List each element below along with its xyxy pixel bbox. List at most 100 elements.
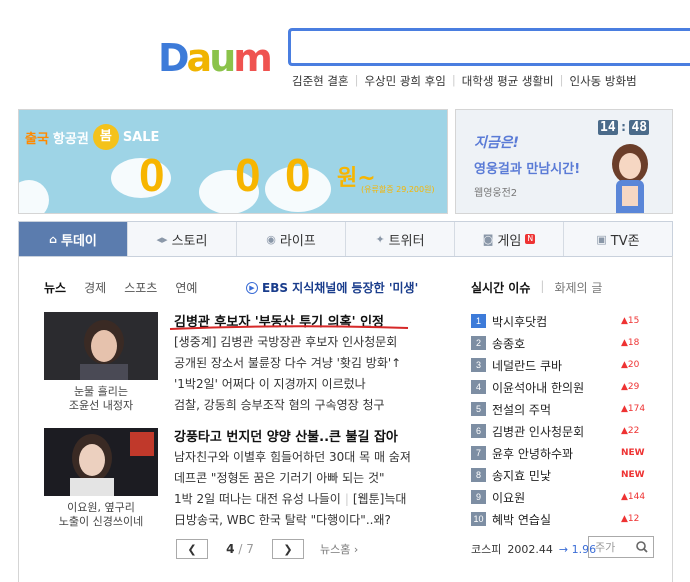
rank-change-value: 12 — [627, 514, 640, 524]
daum-logo[interactable]: D a u m — [158, 27, 273, 77]
sale-label: SALE — [122, 129, 160, 145]
rank-change-value: 20 — [627, 360, 640, 370]
tab-story[interactable]: ◂▸ 스토리 — [128, 222, 237, 256]
subtab-entertainment[interactable]: 연예 — [175, 279, 197, 296]
news-item[interactable]: 1박 2일 떠나는 대전 유성 나들이 — [174, 492, 341, 506]
trend-link[interactable]: 인사동 방화범 — [570, 73, 637, 89]
game-ad-banner[interactable]: 14 : 48 지금은! 영웅걸과 만남시간! 웹영웅전2 — [455, 109, 673, 214]
tab-twitter[interactable]: ✦ 트위터 — [346, 222, 455, 256]
rank-change-value: 18 — [627, 338, 640, 348]
featured-video-link[interactable]: ▶ EBS 지식채널에 등장한 '미생' — [246, 279, 418, 296]
thumbnail-caption[interactable]: 이요원, 옆구리 노출이 신경쓰이네 — [44, 501, 158, 529]
subtab-sports[interactable]: 스포츠 — [124, 279, 157, 296]
rank-number: 5 — [471, 402, 486, 416]
subtab-economy[interactable]: 경제 — [84, 279, 106, 296]
tab-tvzone[interactable]: ▣ TV존 — [564, 222, 672, 256]
list-item[interactable]: 6 김병관 인사청문회 ▲22 — [471, 420, 651, 442]
news-item[interactable]: 공개된 장소서 불륜장 다수 겨냥 '홧김 방화'↑ — [174, 354, 401, 371]
news-item[interactable]: '1박2일' 어쩌다 이 지경까지 이르렀나 — [174, 375, 366, 392]
airline-sale-banner[interactable]: 출국 항공권 봄 SALE 0 0 0 원~ (유류할증 29,200원) — [18, 109, 448, 214]
rank-change-value: 15 — [627, 316, 640, 326]
issue-keyword: 혜박 연습실 — [492, 512, 552, 527]
list-item[interactable]: 3 네덜란드 쿠바 ▲20 — [471, 354, 651, 376]
news-headline[interactable]: 강풍타고 번지던 양양 산불..큰 불길 잡아 — [174, 426, 398, 445]
rank-number: 8 — [471, 468, 486, 482]
news-item[interactable]: 검찰, 강동희 승부조작 혐의 구속영장 청구 — [174, 396, 385, 413]
spring-badge: 봄 — [92, 124, 119, 150]
tab-life[interactable]: ◉ 라이프 — [237, 222, 346, 256]
trend-link[interactable]: 대학생 평균 생활비 — [462, 73, 554, 89]
news-item[interactable]: 데프콘 "정형돈 꿈은 기러기 아빠 되는 것" — [174, 469, 385, 486]
prev-page-button[interactable]: ❮ — [176, 539, 208, 559]
issue-keyword: 이윤석아내 한의원 — [492, 380, 585, 395]
tab-hot-posts[interactable]: 화제의 글 — [554, 279, 602, 296]
realtime-issue-list: 1 박시후닷컴 ▲15 2 송종호 ▲18 3 네덜란드 쿠바 ▲20 4 이윤석아내 한의원… — [471, 310, 651, 530]
section-tabs: ⌂ 투데이 ◂▸ 스토리 ◉ 라이프 ✦ 트위터 ◙ 게임 N ▣ TV존 — [18, 221, 673, 257]
new-badge: NEW — [621, 470, 645, 480]
list-item[interactable]: 5 전설의 주먹 ▲174 — [471, 398, 651, 420]
trend-link[interactable]: 김준현 결혼 — [292, 73, 349, 89]
rank-change: ▲29 — [621, 382, 651, 392]
issue-keyword: 이요원 — [492, 490, 526, 505]
tab-game[interactable]: ◙ 게임 N — [455, 222, 564, 256]
news-pager: ❮ 4 / 7 ❯ 뉴스홈 › — [176, 539, 358, 559]
divider: | — [344, 492, 349, 506]
news-item[interactable]: 日방송국, WBC 한국 탈락 "다행이다"..왜? — [174, 511, 391, 528]
search-input[interactable] — [291, 31, 690, 63]
next-page-button[interactable]: ❯ — [272, 539, 304, 559]
issue-keyword: 박시후닷컴 — [492, 314, 548, 329]
rank-change-value: 174 — [627, 404, 646, 414]
news-item[interactable]: [생중계] 김병관 국방장관 후보자 인사청문회 — [174, 333, 397, 350]
rank-change: ▲144 — [621, 492, 651, 502]
tab-today[interactable]: ⌂ 투데이 — [19, 222, 128, 256]
issue-keyword: 송종호 — [492, 336, 526, 351]
news-home-link[interactable]: 뉴스홈 › — [320, 541, 358, 557]
news-thumbnail[interactable] — [44, 428, 158, 496]
news-thumbnail[interactable] — [44, 312, 158, 380]
list-item[interactable]: 9 이요원 ▲144 — [471, 486, 651, 508]
news-item[interactable]: 남자친구와 이별후 힘들어하던 30대 목 매 숨져 — [174, 448, 411, 465]
list-item[interactable]: 4 이윤석아내 한의원 ▲29 — [471, 376, 651, 398]
stock-label: 코스피 — [471, 543, 502, 556]
new-badge: NEW — [621, 448, 645, 458]
stock-value: 2002.44 — [507, 542, 553, 556]
rank-change: ▲20 — [621, 360, 651, 370]
search-box — [288, 28, 690, 66]
up-arrow-icon: ▲ — [621, 338, 628, 348]
tab-label: 트위터 — [388, 233, 425, 249]
divider: | — [540, 279, 545, 293]
rank-change: ▲15 — [621, 316, 651, 326]
rank-change: ▲174 — [621, 404, 651, 414]
clock-display: 14 : 48 — [598, 120, 650, 135]
caption-line: 눈물 흘리는 — [73, 385, 129, 398]
list-item[interactable]: 7 윤후 안녕하수꽈 NEW — [471, 442, 651, 464]
tv-icon: ▣ — [596, 232, 607, 246]
list-item[interactable]: 1 박시후닷컴 ▲15 — [471, 310, 651, 332]
featured-video-text: EBS 지식채널에 등장한 '미생' — [262, 281, 419, 295]
issue-keyword: 송지효 민낯 — [492, 468, 552, 483]
stock-search-placeholder: 주가 — [595, 541, 616, 554]
caption-line: 노출이 신경쓰이네 — [58, 515, 144, 528]
rank-number: 7 — [471, 446, 486, 460]
search-icon[interactable] — [634, 539, 650, 555]
stock-search-field[interactable]: 주가 — [588, 536, 654, 558]
total-pages: / 7 — [238, 542, 254, 556]
trend-link[interactable]: 우상민 광희 후임 — [364, 73, 445, 89]
tab-label: 스토리 — [171, 233, 208, 249]
up-arrow-icon: ▲ — [621, 382, 628, 392]
kospi-ticker[interactable]: 코스피 2002.44 → 1.96 — [471, 541, 596, 557]
red-underline-annotation — [169, 325, 409, 330]
list-item[interactable]: 10 혜박 연습실 ▲12 — [471, 508, 651, 530]
banner-text: 항공권 — [52, 131, 89, 147]
subtab-news[interactable]: 뉴스 — [44, 279, 66, 296]
news-item-row: 1박 2일 떠나는 대전 유성 나들이 | [웹툰]늑대 — [174, 490, 406, 507]
webtoon-link[interactable]: [웹툰]늑대 — [353, 492, 407, 506]
thumbnail-caption[interactable]: 눈물 흘리는 조윤선 내정자 — [44, 385, 158, 413]
list-item[interactable]: 8 송지효 민낯 NEW — [471, 464, 651, 486]
caption-line: 조윤선 내정자 — [68, 399, 134, 412]
list-item[interactable]: 2 송종호 ▲18 — [471, 332, 651, 354]
rank-number: 10 — [471, 512, 486, 526]
tab-realtime-issues[interactable]: 실시간 이슈 — [471, 279, 530, 296]
price-digit: 0 — [285, 149, 311, 201]
now-label: 지금은! — [474, 135, 520, 151]
